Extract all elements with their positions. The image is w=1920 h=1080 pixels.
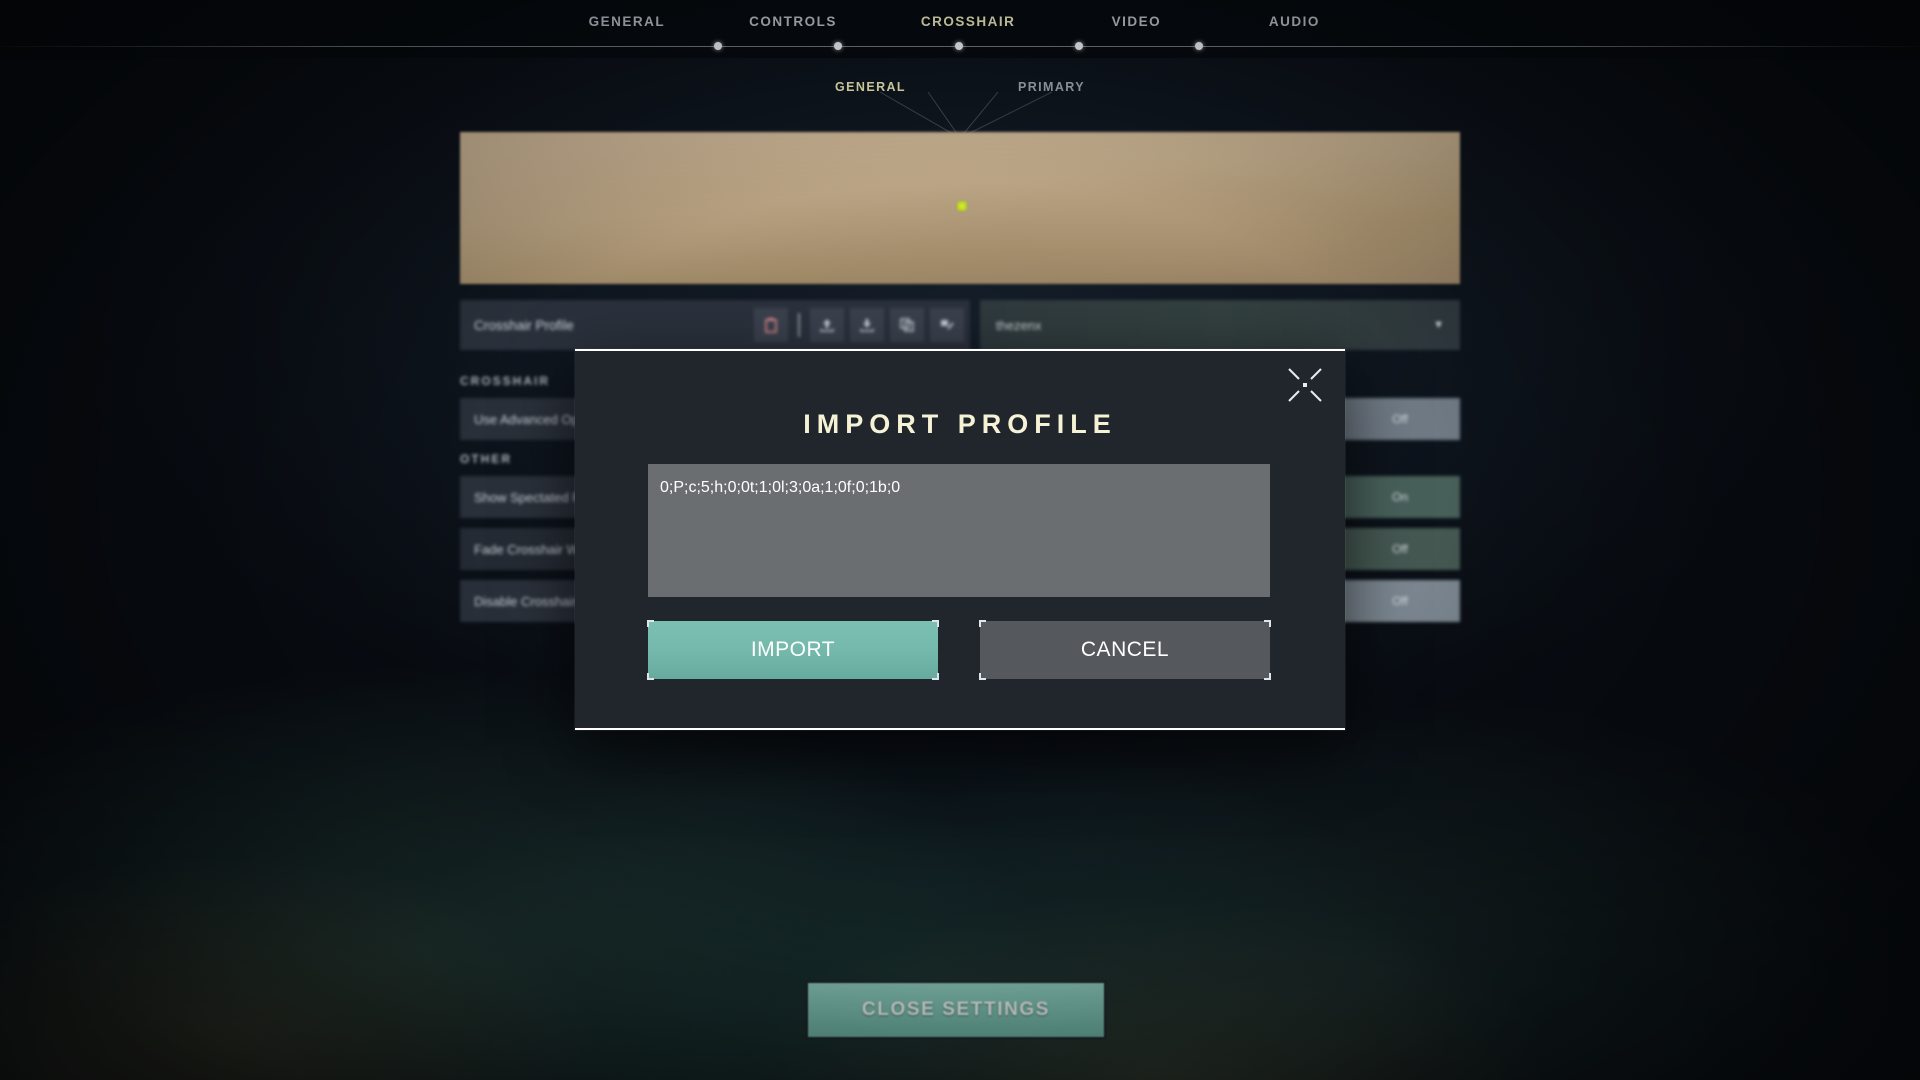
nav-dot-controls [834, 42, 842, 50]
import-button[interactable]: IMPORT [647, 620, 939, 680]
import-profile-dialog: IMPORT PROFILE IMPORT CANCEL [575, 349, 1345, 730]
tab-controls[interactable]: CONTROLS [749, 14, 837, 29]
duplicate-profile-icon[interactable] [890, 308, 924, 342]
chevron-down-icon: ▼ [1433, 319, 1444, 331]
corner-tick [1269, 673, 1271, 680]
corner-tick [979, 620, 981, 627]
tab-crosshair[interactable]: CROSSHAIR [921, 14, 1016, 29]
subtab-primary[interactable]: PRIMARY [1018, 80, 1085, 94]
crosshair-close-icon[interactable] [1281, 361, 1329, 409]
setting-value[interactable]: Off [1340, 580, 1460, 622]
nav-dot-audio [1195, 42, 1203, 50]
cancel-button-label: CANCEL [1080, 638, 1170, 661]
sub-navigation: GENERAL PRIMARY [0, 80, 1920, 94]
profile-action-icons [754, 308, 970, 342]
profile-label: Crosshair Profile [474, 317, 574, 333]
close-settings-button[interactable]: CLOSE SETTINGS [806, 981, 1106, 1039]
corner-tick [647, 620, 649, 627]
export-profile-icon[interactable] [850, 308, 884, 342]
profile-select-value: thezenx [996, 317, 1042, 333]
nav-dot-video [1075, 42, 1083, 50]
corner-tick [1269, 620, 1271, 627]
corner-tick [979, 673, 981, 680]
import-button-label: IMPORT [750, 638, 836, 661]
dialog-title: IMPORT PROFILE [803, 409, 1117, 439]
import-profile-icon[interactable] [810, 308, 844, 342]
crosshair-profile-row: Crosshair Profile thezenx ▼ [460, 300, 1460, 350]
profile-label-group: Crosshair Profile [460, 300, 970, 350]
tab-audio[interactable]: AUDIO [1257, 14, 1331, 29]
tab-general[interactable]: GENERAL [589, 14, 666, 29]
dialog-button-row: IMPORT CANCEL [647, 620, 1271, 680]
crosshair-code-input[interactable] [648, 464, 1270, 597]
crosshair-preview-dot [957, 201, 967, 211]
setting-value[interactable]: On [1340, 476, 1460, 518]
setting-value[interactable]: Off [1340, 528, 1460, 570]
nav-dot-crosshair [955, 42, 963, 50]
profile-select-dropdown[interactable]: thezenx ▼ [980, 300, 1460, 350]
setting-value[interactable]: Off [1340, 398, 1460, 440]
icon-separator [798, 313, 800, 337]
corner-tick [937, 620, 939, 627]
dialog-top-accent-line [575, 349, 1345, 351]
corner-tick [647, 673, 649, 680]
corner-tick [937, 673, 939, 680]
rename-profile-icon[interactable] [930, 308, 964, 342]
cancel-button[interactable]: CANCEL [979, 620, 1271, 680]
delete-profile-icon[interactable] [754, 308, 788, 342]
nav-dot-general [714, 42, 722, 50]
top-nav-tabs: GENERAL CONTROLS CROSSHAIR VIDEO AUDIO [0, 14, 1920, 29]
top-navigation: GENERAL CONTROLS CROSSHAIR VIDEO AUDIO [0, 0, 1920, 58]
tab-video[interactable]: VIDEO [1099, 14, 1173, 29]
dialog-bottom-accent-line [575, 728, 1345, 730]
subtab-general[interactable]: GENERAL [835, 80, 906, 94]
